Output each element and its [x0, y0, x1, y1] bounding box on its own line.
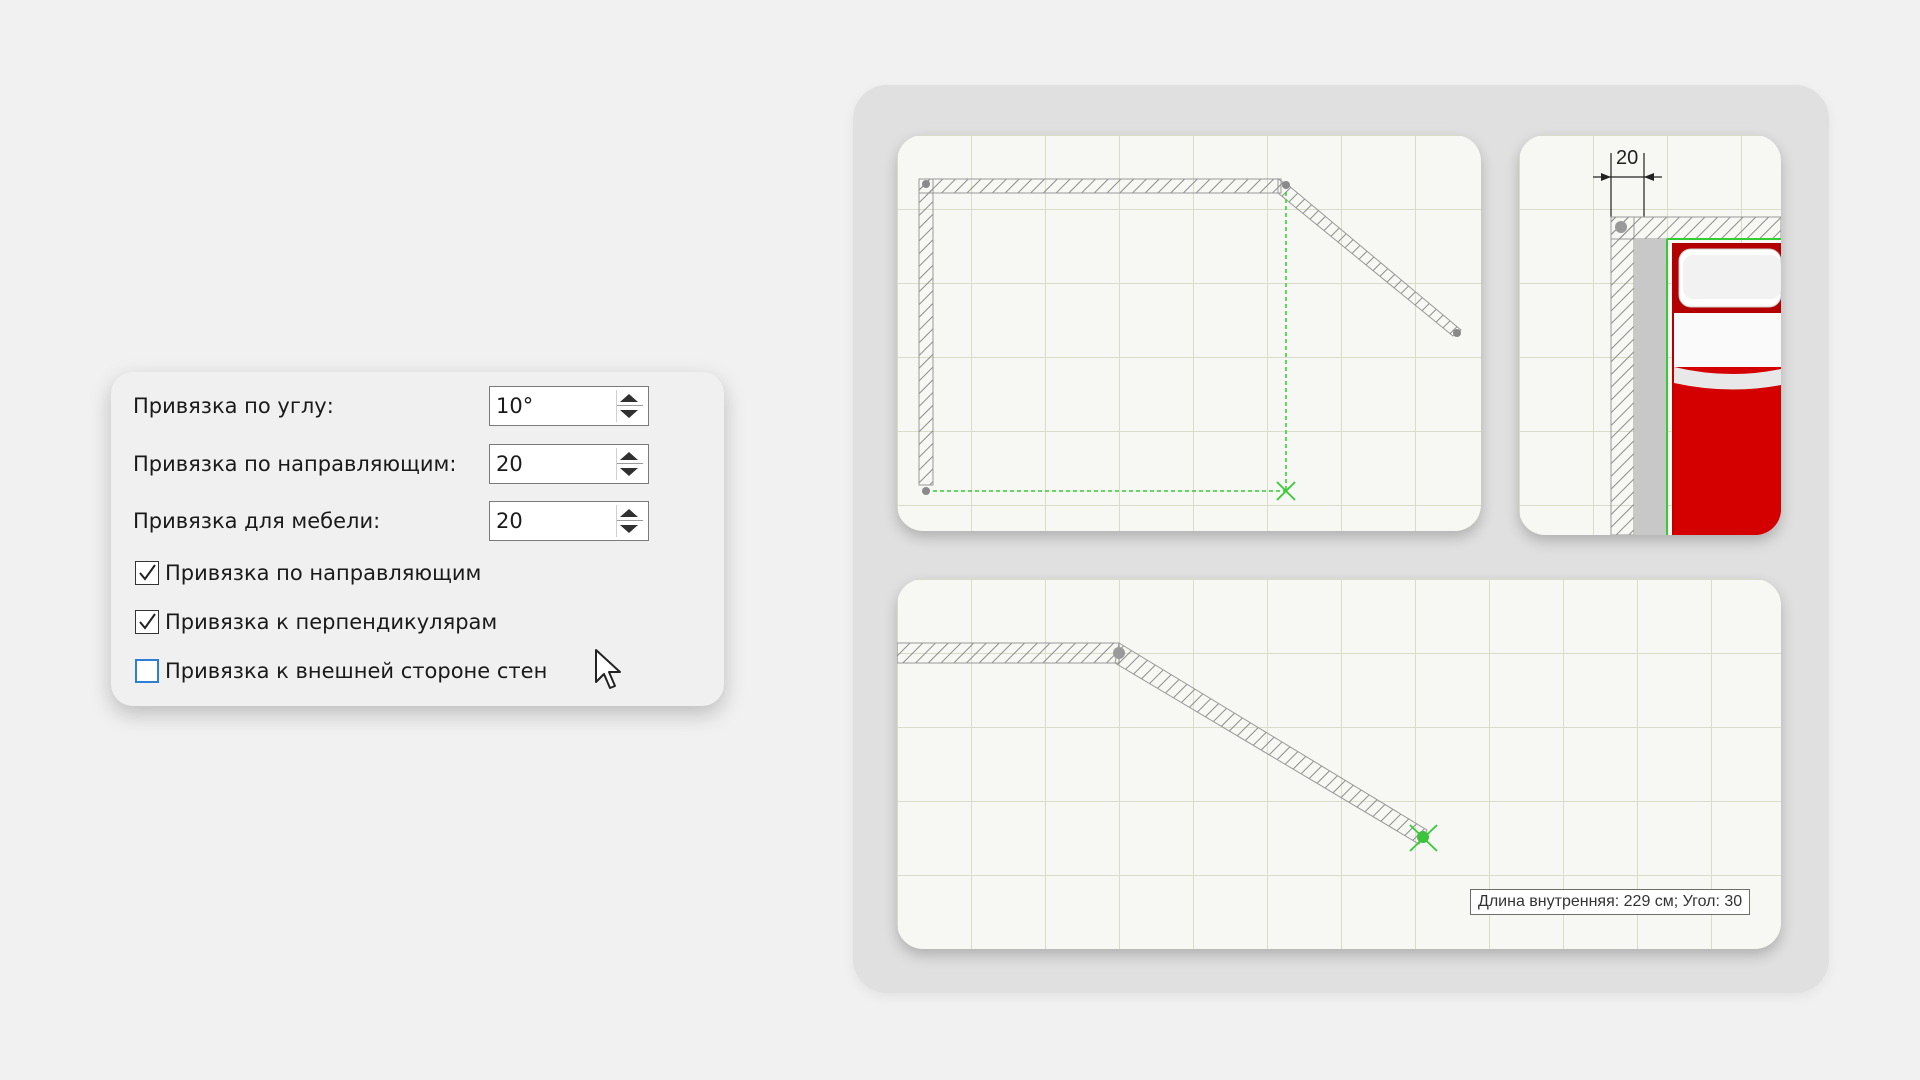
checkbox-box[interactable] — [135, 659, 159, 683]
guide-snap-spin-buttons[interactable] — [616, 448, 644, 480]
guide-snap-label: Привязка по направляющим: — [133, 452, 457, 476]
snap-settings-panel: Привязка по углу: 10° Привязка по направ… — [111, 372, 724, 706]
perpendicular-snap-checkbox-label[interactable]: Привязка к перпендикулярам — [165, 610, 497, 634]
perpendicular-snap-checkbox[interactable]: Привязка к перпендикулярам — [135, 607, 497, 637]
plan-view-wall-angle[interactable]: Длина внутренняя: 229 см; Угол: 30 — [897, 579, 1781, 949]
checkmark-icon — [139, 564, 156, 581]
angle-snap-row: Привязка по углу: — [133, 385, 334, 427]
guide-snap-spinbox[interactable]: 20 — [489, 444, 649, 484]
guide-snap-checkbox-label[interactable]: Привязка по направляющим — [165, 561, 481, 585]
checkbox-box[interactable] — [135, 561, 159, 585]
plan-view-furniture[interactable]: 20 — [1519, 135, 1781, 535]
angle-snap-value[interactable]: 10° — [496, 387, 533, 425]
spin-down-icon[interactable] — [620, 468, 638, 476]
checkmark-icon — [139, 613, 156, 630]
spin-down-icon[interactable] — [620, 525, 638, 533]
furniture-snap-row: Привязка для мебели: — [133, 500, 380, 542]
dimension-label: 20 — [1616, 147, 1639, 169]
spin-up-icon[interactable] — [620, 509, 638, 517]
length-angle-tooltip: Длина внутренняя: 229 см; Угол: 30 — [1470, 889, 1751, 915]
spin-up-icon[interactable] — [620, 452, 638, 460]
wall-diagonal — [1277, 178, 1462, 337]
spin-down-icon[interactable] — [620, 410, 638, 418]
guide-snap-value[interactable]: 20 — [496, 445, 523, 483]
guide-snap-row: Привязка по направляющим: — [133, 443, 456, 485]
preview-container: 20 Длина внутренняя: 229 см; Угол: 30 — [853, 85, 1829, 993]
bed[interactable] — [1672, 243, 1781, 535]
outer-wall-snap-checkbox[interactable]: Привязка к внешней стороне стен — [135, 656, 547, 686]
mouse-pointer-icon — [595, 649, 621, 689]
checkbox-box[interactable] — [135, 610, 159, 634]
furniture-snap-spinbox[interactable]: 20 — [489, 501, 649, 541]
spin-up-icon[interactable] — [620, 394, 638, 402]
wall-top — [918, 178, 1282, 194]
guide-snap-checkbox[interactable]: Привязка по направляющим — [135, 558, 481, 588]
angle-snap-label: Привязка по углу: — [133, 394, 334, 418]
angle-snap-spin-buttons[interactable] — [616, 390, 644, 422]
furniture-snap-label: Привязка для мебели: — [133, 509, 381, 533]
furniture-snap-spin-buttons[interactable] — [616, 505, 644, 537]
furniture-snap-value[interactable]: 20 — [496, 502, 523, 540]
plan-view-guides[interactable] — [897, 135, 1481, 531]
outer-wall-snap-checkbox-label[interactable]: Привязка к внешней стороне стен — [165, 659, 547, 683]
wall-left — [918, 178, 934, 486]
angle-snap-spinbox[interactable]: 10° — [489, 386, 649, 426]
